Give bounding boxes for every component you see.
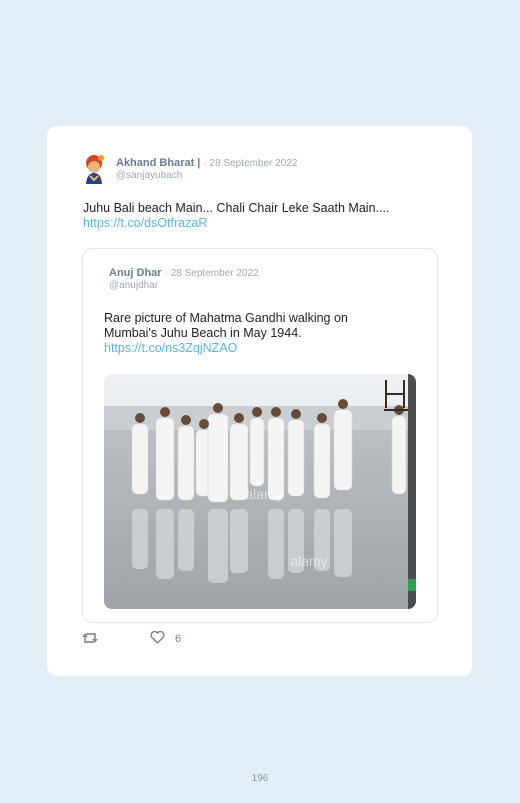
author-handle[interactable]: @sanjayubach <box>116 170 182 181</box>
quoted-date: · 28 September 2022 <box>164 268 259 279</box>
tweet-text: Juhu Bali beach Main... Chali Chair Leke… <box>83 201 390 215</box>
quoted-author: Anuj Dhar · 28 September 2022 <box>109 266 259 281</box>
photo-watermark-2: alamy <box>290 553 327 569</box>
tweet-text-block: Juhu Bali beach Main... Chali Chair Leke… <box>83 201 389 231</box>
heart-icon[interactable] <box>150 630 165 647</box>
photo-watermark: alamy <box>245 486 282 502</box>
quoted-handle[interactable]: @anujdhar <box>109 280 158 291</box>
beach-photo[interactable]: alamy alamy <box>104 374 416 609</box>
tweet-author: Akhand Bharat | · 28 September 2022 <box>116 156 297 171</box>
quoted-text-block: Rare picture of Mahatma Gandhi walking o… <box>104 311 384 356</box>
quoted-link[interactable]: https://t.co/ns3ZqjNZAO <box>104 341 384 356</box>
quoted-text: Rare picture of Mahatma Gandhi walking o… <box>104 311 348 340</box>
tweet-date: · 28 September 2022 <box>203 158 298 169</box>
author-name[interactable]: Akhand Bharat | <box>116 157 200 169</box>
tweet-link[interactable]: https://t.co/dsOtfrazaR <box>83 216 389 231</box>
like-count: 6 <box>175 633 182 645</box>
retweet-icon[interactable] <box>82 631 98 648</box>
tweet-card: Akhand Bharat | · 28 September 2022 @san… <box>47 126 472 676</box>
page-number: 196 <box>251 773 269 784</box>
quoted-tweet[interactable]: Anuj Dhar · 28 September 2022 @anujdhar … <box>82 248 438 623</box>
tweet-actions: 6 <box>82 630 182 648</box>
quoted-author-name[interactable]: Anuj Dhar <box>109 267 162 279</box>
avatar[interactable] <box>81 154 107 184</box>
